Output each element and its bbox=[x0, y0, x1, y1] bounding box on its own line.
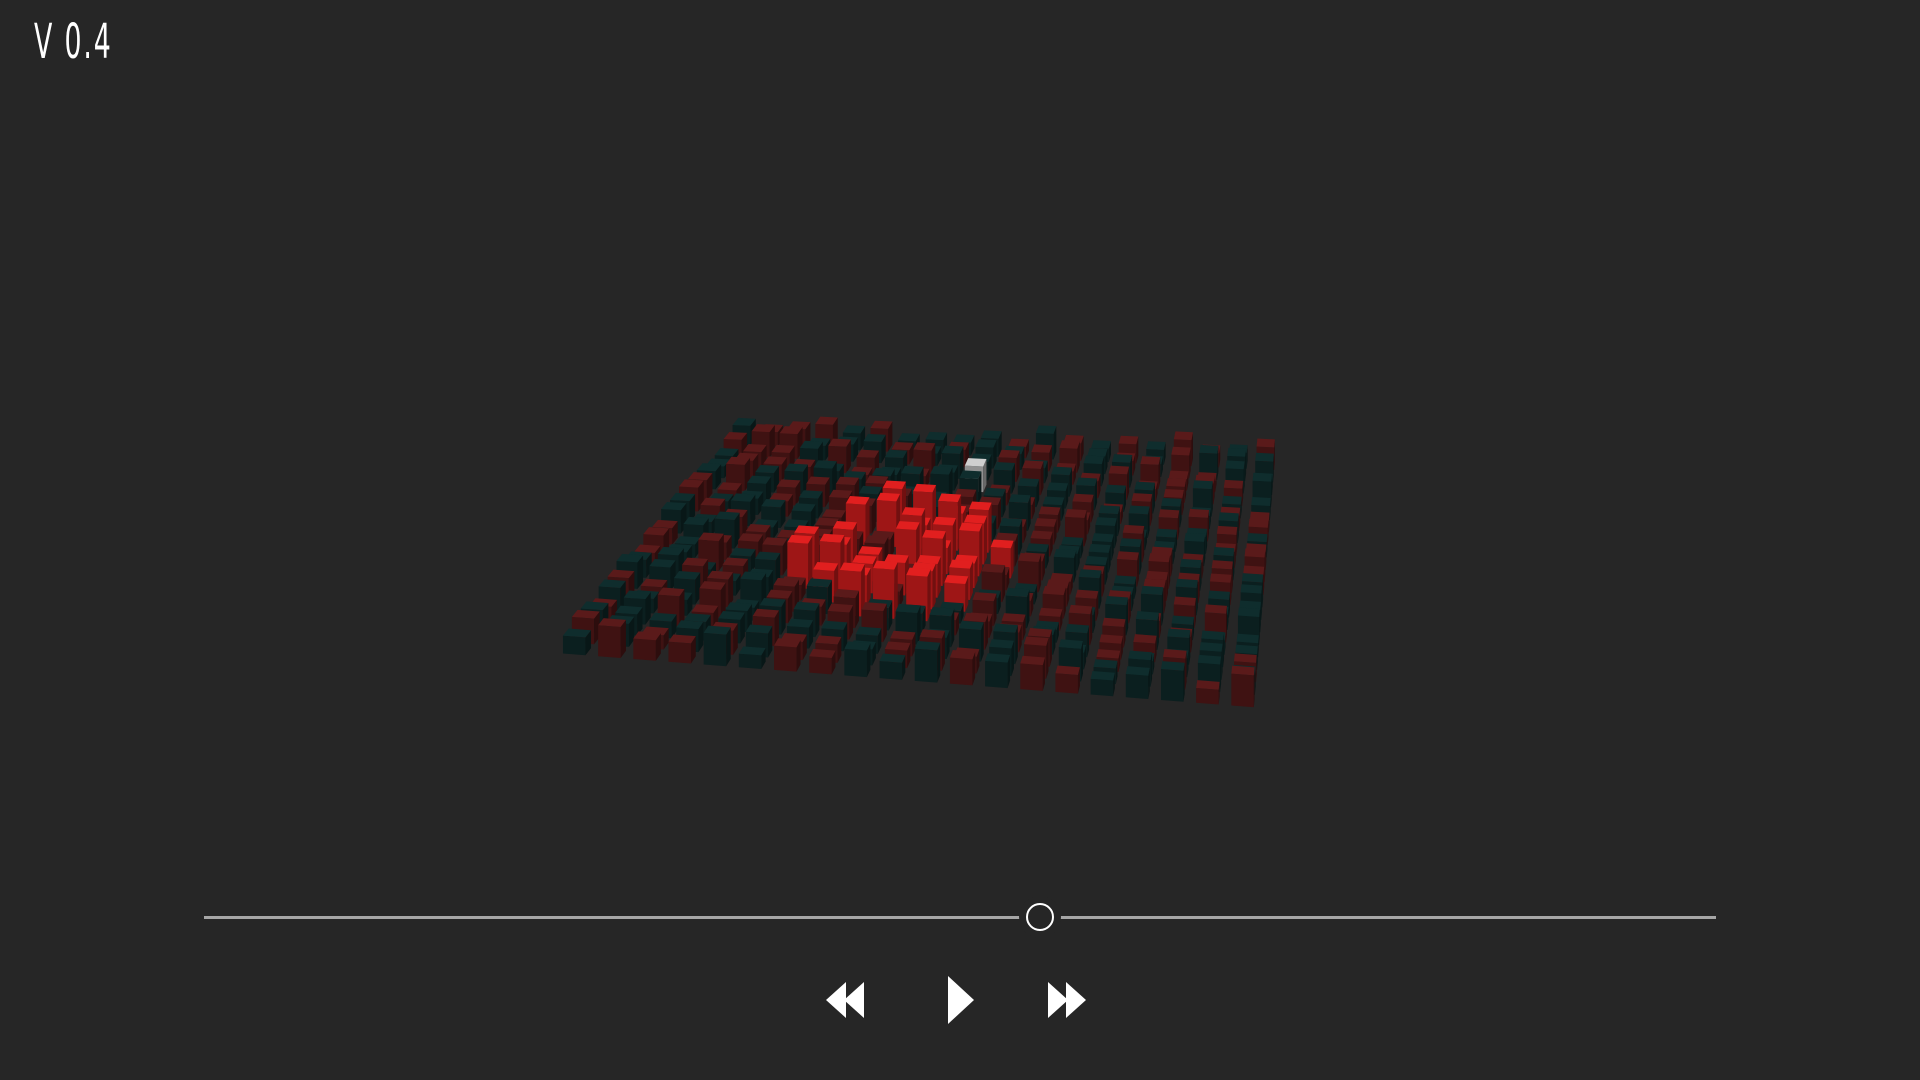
voxel-cube bbox=[844, 641, 871, 678]
voxel-cube bbox=[633, 631, 661, 661]
voxel-cube bbox=[668, 634, 696, 664]
play-button[interactable] bbox=[930, 970, 990, 1030]
voxel-scene bbox=[562, 416, 1275, 708]
voxel-cube bbox=[774, 638, 801, 672]
voxel-cube bbox=[1020, 655, 1046, 691]
rewind-icon bbox=[826, 982, 864, 1018]
playback-controls bbox=[0, 970, 1920, 1030]
voxel-cube bbox=[598, 618, 626, 659]
voxel-cube bbox=[985, 653, 1011, 689]
voxel-cube bbox=[703, 625, 731, 667]
rewind-button[interactable] bbox=[818, 970, 878, 1030]
fast-forward-icon bbox=[1048, 982, 1086, 1018]
timeline-thumb[interactable] bbox=[1026, 903, 1055, 931]
timeline-track[interactable] bbox=[204, 916, 1716, 919]
fast-forward-button[interactable] bbox=[1040, 970, 1100, 1030]
voxel-cube bbox=[914, 641, 941, 683]
voxel-cube bbox=[1196, 680, 1220, 705]
voxel-cube bbox=[1055, 665, 1080, 694]
voxel-cube bbox=[562, 628, 592, 656]
voxel-cube bbox=[1160, 661, 1185, 702]
voxel-cube bbox=[738, 646, 766, 669]
voxel-cube bbox=[809, 648, 836, 675]
voxel-cube bbox=[949, 649, 976, 686]
voxel-cube bbox=[1125, 666, 1150, 700]
voxel-cube bbox=[1231, 665, 1255, 708]
3d-viewport[interactable] bbox=[0, 0, 1920, 880]
voxel-cube bbox=[1090, 671, 1115, 697]
play-icon bbox=[948, 976, 974, 1024]
app-root: V 0.4 bbox=[0, 0, 1920, 1080]
timeline-slider[interactable] bbox=[204, 902, 1716, 932]
voxel-cube bbox=[879, 653, 906, 680]
